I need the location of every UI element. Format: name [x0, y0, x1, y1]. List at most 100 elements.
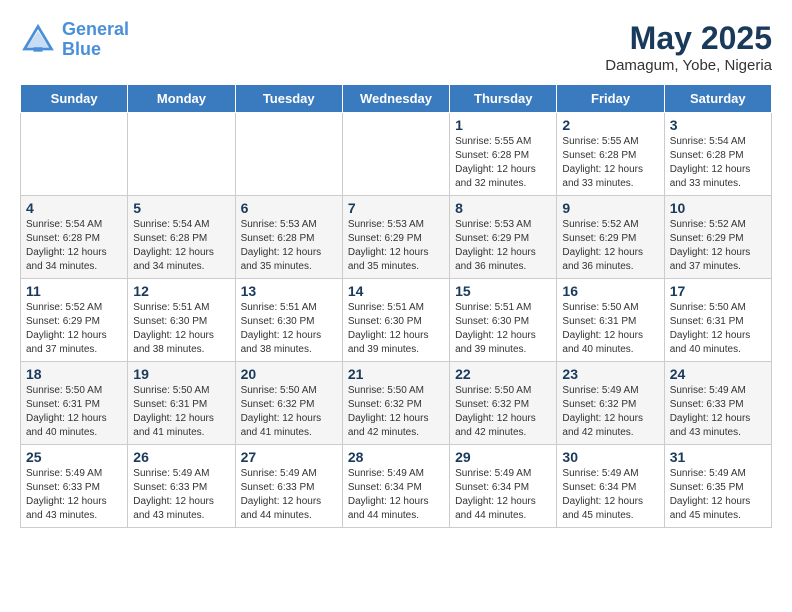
calendar-cell: 20 Sunrise: 5:50 AM Sunset: 6:32 PM Dayli…	[235, 362, 342, 445]
date-number: 8	[455, 200, 551, 216]
date-number: 21	[348, 366, 444, 382]
date-number: 6	[241, 200, 337, 216]
cell-info: Sunrise: 5:54 AM Sunset: 6:28 PM Dayligh…	[133, 218, 229, 274]
week-row-2: 4Sunrise: 5:54 AM Sunset: 6:28 PM Daylig…	[21, 196, 772, 279]
calendar-cell: 15Sunrise: 5:51 AM Sunset: 6:30 PM Dayli…	[450, 279, 557, 362]
cell-info: Sunrise: 5:50 AM Sunset: 6:31 PM Dayligh…	[670, 301, 766, 357]
calendar-cell: 8Sunrise: 5:53 AM Sunset: 6:29 PM Daylig…	[450, 196, 557, 279]
calendar-cell: 13 Sunrise: 5:51 AM Sunset: 6:30 PM Dayli…	[235, 279, 342, 362]
calendar-cell: 27 Sunrise: 5:49 AM Sunset: 6:33 PM Dayli…	[235, 445, 342, 528]
calendar-cell	[128, 113, 235, 196]
date-number: 12	[133, 283, 229, 299]
cell-info: Sunrise: 5:52 AM Sunset: 6:29 PM Dayligh…	[670, 218, 766, 274]
calendar-cell: 11 Sunrise: 5:52 AM Sunset: 6:29 PM Dayli…	[21, 279, 128, 362]
calendar-cell: 17 Sunrise: 5:50 AM Sunset: 6:31 PM Dayli…	[664, 279, 771, 362]
cell-info: Sunrise: 5:50 AM Sunset: 6:31 PM Dayligh…	[133, 384, 229, 440]
day-header-thursday: Thursday	[450, 85, 557, 113]
date-number: 3	[670, 117, 766, 133]
cell-info: Sunrise: 5:49 AM Sunset: 6:32 PM Dayligh…	[562, 384, 658, 440]
cell-info: Sunrise: 5:52 AM Sunset: 6:29 PM Dayligh…	[26, 301, 122, 357]
date-number: 13	[241, 283, 337, 299]
calendar-cell: 25 Sunrise: 5:49 AM Sunset: 6:33 PM Dayli…	[21, 445, 128, 528]
date-number: 28	[348, 449, 444, 465]
date-number: 19	[133, 366, 229, 382]
cell-info: Sunrise: 5:55 AM Sunset: 6:28 PM Dayligh…	[455, 135, 551, 191]
calendar-cell: 26Sunrise: 5:49 AM Sunset: 6:33 PM Dayli…	[128, 445, 235, 528]
date-number: 16	[562, 283, 658, 299]
day-header-sunday: Sunday	[21, 85, 128, 113]
cell-info: Sunrise: 5:49 AM Sunset: 6:33 PM Dayligh…	[26, 467, 122, 523]
calendar-cell: 6 Sunrise: 5:53 AM Sunset: 6:28 PM Daylig…	[235, 196, 342, 279]
date-number: 22	[455, 366, 551, 382]
week-row-5: 25 Sunrise: 5:49 AM Sunset: 6:33 PM Dayli…	[21, 445, 772, 528]
week-row-3: 11 Sunrise: 5:52 AM Sunset: 6:29 PM Dayli…	[21, 279, 772, 362]
cell-info: Sunrise: 5:51 AM Sunset: 6:30 PM Dayligh…	[348, 301, 444, 357]
calendar-cell: 19 Sunrise: 5:50 AM Sunset: 6:31 PM Dayli…	[128, 362, 235, 445]
calendar-cell: 21 Sunrise: 5:50 AM Sunset: 6:32 PM Dayli…	[342, 362, 449, 445]
date-number: 31	[670, 449, 766, 465]
day-header-tuesday: Tuesday	[235, 85, 342, 113]
cell-info: Sunrise: 5:53 AM Sunset: 6:29 PM Dayligh…	[348, 218, 444, 274]
date-number: 10	[670, 200, 766, 216]
day-header-wednesday: Wednesday	[342, 85, 449, 113]
day-header-row: SundayMondayTuesdayWednesdayThursdayFrid…	[21, 85, 772, 113]
calendar-cell: 4Sunrise: 5:54 AM Sunset: 6:28 PM Daylig…	[21, 196, 128, 279]
calendar-cell: 23 Sunrise: 5:49 AM Sunset: 6:32 PM Dayli…	[557, 362, 664, 445]
calendar-cell	[21, 113, 128, 196]
calendar-cell: 22Sunrise: 5:50 AM Sunset: 6:32 PM Dayli…	[450, 362, 557, 445]
calendar-cell: 16 Sunrise: 5:50 AM Sunset: 6:31 PM Dayli…	[557, 279, 664, 362]
day-header-monday: Monday	[128, 85, 235, 113]
date-number: 17	[670, 283, 766, 299]
title-block: May 2025 Damagum, Yobe, Nigeria	[605, 20, 772, 74]
date-number: 25	[26, 449, 122, 465]
calendar-cell: 9 Sunrise: 5:52 AM Sunset: 6:29 PM Daylig…	[557, 196, 664, 279]
logo-line2: Blue	[62, 39, 101, 59]
cell-info: Sunrise: 5:50 AM Sunset: 6:31 PM Dayligh…	[26, 384, 122, 440]
logo-text: General Blue	[62, 20, 129, 60]
cell-info: Sunrise: 5:49 AM Sunset: 6:33 PM Dayligh…	[241, 467, 337, 523]
date-number: 11	[26, 283, 122, 299]
date-number: 26	[133, 449, 229, 465]
calendar-cell	[342, 113, 449, 196]
cell-info: Sunrise: 5:53 AM Sunset: 6:28 PM Dayligh…	[241, 218, 337, 274]
cell-info: Sunrise: 5:51 AM Sunset: 6:30 PM Dayligh…	[455, 301, 551, 357]
logo: General Blue	[20, 20, 129, 60]
month-title: May 2025	[605, 20, 772, 57]
calendar-table: SundayMondayTuesdayWednesdayThursdayFrid…	[20, 84, 772, 528]
cell-info: Sunrise: 5:54 AM Sunset: 6:28 PM Dayligh…	[26, 218, 122, 274]
week-row-1: 1 Sunrise: 5:55 AM Sunset: 6:28 PM Daylig…	[21, 113, 772, 196]
cell-info: Sunrise: 5:52 AM Sunset: 6:29 PM Dayligh…	[562, 218, 658, 274]
page-header: General Blue May 2025 Damagum, Yobe, Nig…	[20, 20, 772, 74]
date-number: 23	[562, 366, 658, 382]
date-number: 14	[348, 283, 444, 299]
cell-info: Sunrise: 5:49 AM Sunset: 6:34 PM Dayligh…	[562, 467, 658, 523]
day-header-saturday: Saturday	[664, 85, 771, 113]
logo-line1: General	[62, 19, 129, 39]
date-number: 29	[455, 449, 551, 465]
calendar-cell	[235, 113, 342, 196]
location: Damagum, Yobe, Nigeria	[605, 57, 772, 74]
calendar-cell: 2Sunrise: 5:55 AM Sunset: 6:28 PM Daylig…	[557, 113, 664, 196]
calendar-cell: 1 Sunrise: 5:55 AM Sunset: 6:28 PM Daylig…	[450, 113, 557, 196]
date-number: 27	[241, 449, 337, 465]
calendar-cell: 29 Sunrise: 5:49 AM Sunset: 6:34 PM Dayli…	[450, 445, 557, 528]
cell-info: Sunrise: 5:50 AM Sunset: 6:32 PM Dayligh…	[241, 384, 337, 440]
calendar-cell: 28 Sunrise: 5:49 AM Sunset: 6:34 PM Dayli…	[342, 445, 449, 528]
date-number: 7	[348, 200, 444, 216]
calendar-cell: 10 Sunrise: 5:52 AM Sunset: 6:29 PM Dayli…	[664, 196, 771, 279]
date-number: 20	[241, 366, 337, 382]
cell-info: Sunrise: 5:50 AM Sunset: 6:31 PM Dayligh…	[562, 301, 658, 357]
cell-info: Sunrise: 5:49 AM Sunset: 6:33 PM Dayligh…	[670, 384, 766, 440]
calendar-cell: 18Sunrise: 5:50 AM Sunset: 6:31 PM Dayli…	[21, 362, 128, 445]
cell-info: Sunrise: 5:50 AM Sunset: 6:32 PM Dayligh…	[348, 384, 444, 440]
calendar-cell: 31Sunrise: 5:49 AM Sunset: 6:35 PM Dayli…	[664, 445, 771, 528]
date-number: 1	[455, 117, 551, 133]
cell-info: Sunrise: 5:49 AM Sunset: 6:34 PM Dayligh…	[455, 467, 551, 523]
date-number: 2	[562, 117, 658, 133]
date-number: 9	[562, 200, 658, 216]
logo-icon	[20, 22, 56, 58]
date-number: 5	[133, 200, 229, 216]
cell-info: Sunrise: 5:51 AM Sunset: 6:30 PM Dayligh…	[241, 301, 337, 357]
cell-info: Sunrise: 5:49 AM Sunset: 6:34 PM Dayligh…	[348, 467, 444, 523]
calendar-cell: 24Sunrise: 5:49 AM Sunset: 6:33 PM Dayli…	[664, 362, 771, 445]
